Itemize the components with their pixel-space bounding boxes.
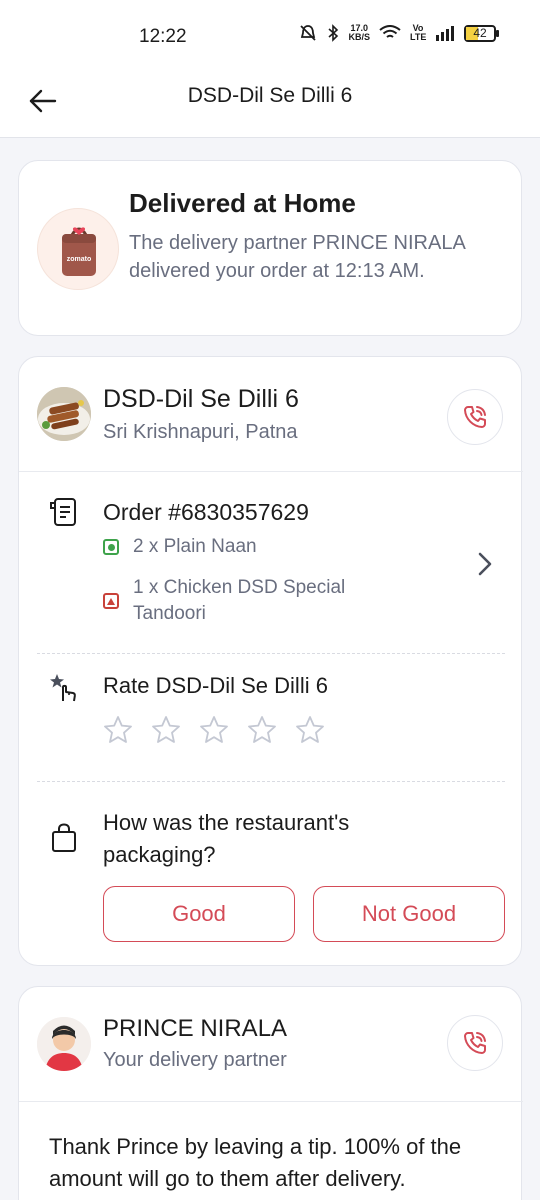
delivery-status-card: zomato Delivered at Home The delivery pa…	[18, 160, 522, 336]
restaurant-name: DSD-Dil Se Dilli 6	[103, 385, 299, 413]
order-details-card: DSD-Dil Se Dilli 6 Sri Krishnapuri, Patn…	[18, 356, 523, 966]
call-delivery-partner-button[interactable]	[447, 1015, 503, 1071]
delivery-partner-card: PRINCE NIRALA Your delivery partner Than…	[18, 986, 523, 1200]
delivery-status-title: Delivered at Home	[129, 188, 356, 218]
tip-message: Thank Prince by leaving a tip. 100% of t…	[49, 1134, 462, 1191]
chevron-right-icon[interactable]	[473, 549, 497, 579]
net-speed: 17.0 KB/S	[348, 23, 370, 42]
order-item: 1 x Chicken DSD Special Tandoori	[133, 577, 346, 624]
battery-icon: 42	[464, 24, 499, 42]
non-veg-icon	[103, 593, 119, 609]
phone-icon	[464, 406, 486, 428]
mute-icon	[300, 25, 317, 41]
receipt-icon	[50, 498, 76, 526]
star-rating	[103, 715, 325, 745]
status-icons: 17.0 KB/S Vo LTE 42	[298, 23, 499, 42]
delivery-partner-name: PRINCE NIRALA	[103, 1015, 288, 1042]
delivery-status-description: The delivery partner PRINCE NIRALA deliv…	[129, 232, 465, 282]
divider	[37, 781, 505, 782]
page-title: DSD-Dil Se Dilli 6	[187, 84, 353, 107]
divider	[19, 1101, 523, 1102]
call-restaurant-button[interactable]	[447, 389, 503, 445]
bluetooth-icon	[328, 24, 339, 42]
app-header: DSD-Dil Se Dilli 6	[0, 70, 540, 138]
status-bar: 12:22 17.0 KB/S Vo LTE 42	[0, 0, 540, 70]
restaurant-image	[37, 387, 91, 441]
volte-label: Vo LTE	[410, 23, 427, 42]
signal-icon	[436, 26, 454, 41]
packaging-not-good-button[interactable]: Not Good	[313, 886, 505, 942]
star-icon[interactable]	[295, 715, 325, 745]
star-icon[interactable]	[103, 715, 133, 745]
divider	[37, 653, 505, 654]
status-time: 12:22	[139, 26, 187, 47]
shopping-bag-icon	[52, 823, 76, 852]
delivery-bag-image: zomato	[37, 208, 119, 290]
restaurant-location: Sri Krishnapuri, Patna	[103, 421, 298, 443]
delivery-partner-role: Your delivery partner	[103, 1049, 287, 1071]
bag-brand-text: zomato	[67, 256, 92, 263]
delivery-partner-avatar	[37, 1017, 91, 1071]
star-icon[interactable]	[151, 715, 181, 745]
veg-icon	[103, 539, 119, 555]
divider	[19, 471, 523, 472]
star-icon[interactable]	[247, 715, 277, 745]
rate-tap-icon	[50, 674, 76, 702]
order-item: 2 x Plain Naan	[133, 536, 257, 557]
order-number: Order #6830357629	[103, 499, 309, 525]
rate-restaurant-title: Rate DSD-Dil Se Dilli 6	[103, 673, 328, 698]
star-icon[interactable]	[199, 715, 229, 745]
packaging-good-button[interactable]: Good	[103, 886, 295, 942]
packaging-question: How was the restaurant's packaging?	[103, 810, 350, 867]
wifi-icon	[379, 25, 401, 38]
phone-icon	[464, 1032, 486, 1054]
